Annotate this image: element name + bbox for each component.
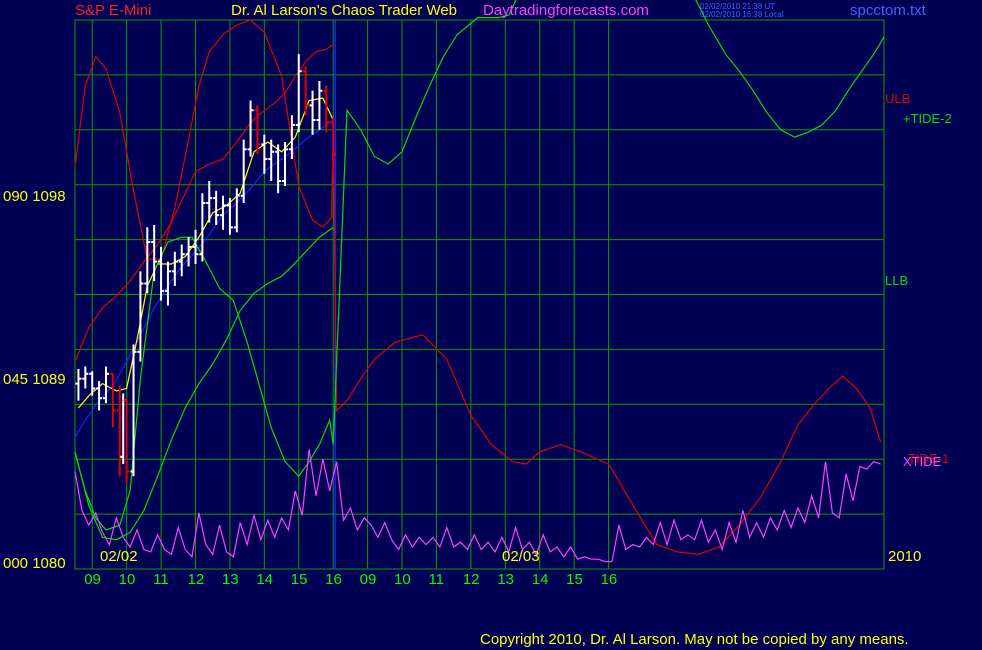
price-bar [261, 134, 268, 174]
series-line-ma [77, 97, 334, 409]
label-tide2: +TIDE-2 [903, 111, 952, 126]
price-bar [233, 188, 240, 233]
price-bar [82, 366, 89, 389]
x-tick-label: 10 [394, 571, 411, 588]
price-bar [151, 224, 158, 282]
price-bar [178, 244, 185, 277]
y-tick-label: 000 1080 [3, 555, 66, 572]
series-line--tide-2 [74, 0, 885, 531]
x-tick-label: 16 [325, 571, 342, 588]
price-bar [123, 398, 130, 484]
price-bar [116, 386, 123, 477]
price-bar [247, 100, 254, 157]
symbol-title: S&P E-Mini [75, 2, 152, 19]
data-file-name: spcctom.txt [850, 2, 926, 19]
chart-lines [74, 0, 885, 563]
price-bar [137, 271, 144, 362]
x-tick-label: 09 [359, 571, 377, 588]
price-bars [75, 54, 337, 484]
x-tick-label: 13 [221, 571, 239, 588]
x-tick-label: 15 [290, 571, 308, 588]
x-tick-label: 12 [187, 571, 205, 588]
label-ulb: ULB [885, 91, 911, 106]
label-xtide: XTIDE [903, 454, 942, 469]
price-bar [302, 66, 309, 116]
label-llb: LLB [885, 273, 909, 288]
site-link[interactable]: Daytradingforecasts.com [483, 2, 649, 19]
date-label-divider: 02/03 [502, 548, 540, 565]
price-bar [316, 81, 323, 130]
x-tick-label: 12 [462, 571, 480, 588]
x-tick-label: 10 [118, 571, 136, 588]
chart-title: Dr. Al Larson's Chaos Trader Web [231, 2, 458, 19]
price-bar [213, 190, 220, 225]
price-bar [275, 144, 282, 194]
x-tick-label: 16 [600, 571, 618, 588]
x-tick-label: 13 [497, 571, 514, 588]
x-tick-label: 11 [428, 571, 445, 588]
price-bar [309, 90, 316, 135]
price-bar [171, 251, 178, 286]
timestamp-local: 02/02/2010 16:38 Local [700, 10, 784, 19]
x-tick-label: 15 [566, 571, 583, 588]
copyright-footer: Copyright 2010, Dr. Al Larson. May not b… [480, 631, 909, 648]
price-bar [75, 368, 82, 401]
year-label: 2010 [888, 548, 922, 565]
y-tick-label: 090 1098 [3, 188, 66, 205]
price-bar [281, 142, 288, 186]
x-tick-label: 14 [256, 571, 274, 588]
price-bar [89, 371, 96, 396]
price-bar [295, 54, 302, 133]
y-tick-label: 045 1089 [3, 371, 66, 388]
date-label-start: 02/02 [100, 548, 138, 565]
x-tick-label: 09 [84, 571, 101, 588]
x-tick-label: 11 [153, 571, 169, 588]
x-tick-label: 14 [531, 571, 549, 588]
chaos-trader-chart [74, 0, 885, 570]
